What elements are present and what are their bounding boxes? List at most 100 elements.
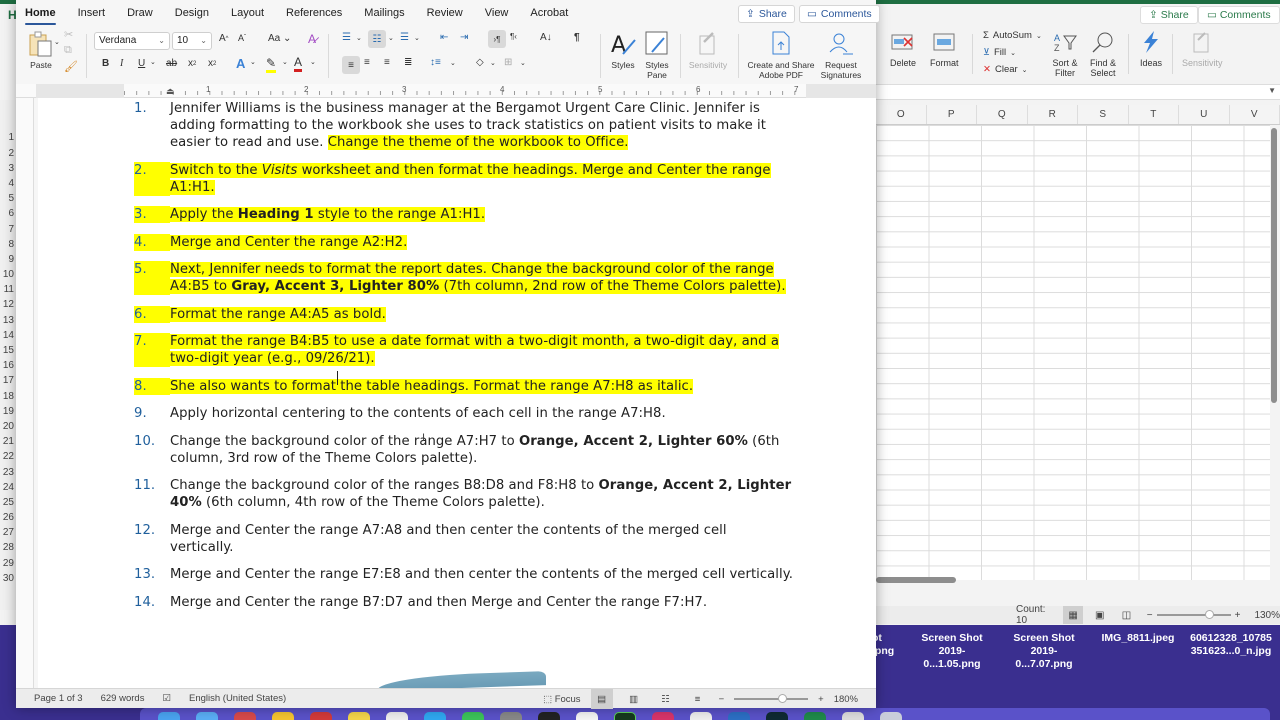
column-header[interactable]: S [1078,105,1129,124]
language-indicator[interactable]: English (United States) [189,693,286,704]
column-header[interactable]: Q [977,105,1028,124]
excel-dock-icon[interactable] [804,712,826,720]
row-header[interactable] [0,100,16,115]
share-button[interactable]: ⇪ Share [738,5,795,23]
rtl-direction-icon[interactable]: ¶‹ [510,32,517,41]
chevron-down-icon[interactable]: ⌄ [310,58,316,66]
strikethrough-icon[interactable]: ab [166,58,177,69]
tab-layout[interactable]: Layout [231,7,264,19]
font-color-icon[interactable]: A [294,55,303,72]
row-header[interactable]: 30 [0,571,16,586]
chevron-down-icon[interactable]: ⌄ [388,34,394,42]
zoom-out-icon[interactable]: − [1147,610,1153,621]
row-header[interactable]: 29 [0,556,16,571]
desktop-file[interactable]: 60612328_10785 351623...0_n.jpg [1186,632,1276,658]
excel-vertical-scrollbar[interactable] [1271,128,1277,403]
tab-mailings[interactable]: Mailings [364,7,404,19]
excel-format-button[interactable]: Format [930,30,959,68]
list-item[interactable]: 1. Jennifer Williams is the business mana… [134,100,794,151]
word-count[interactable]: 629 words [101,693,145,704]
ltr-direction-icon[interactable]: ›¶ [488,30,506,48]
app-dock-icon[interactable] [614,712,636,720]
row-header[interactable]: 18 [0,389,16,404]
web-layout-button[interactable]: ▥ [623,689,645,709]
row-header[interactable]: 7 [0,222,16,237]
sensitivity-button[interactable]: Sensitivity [684,30,732,70]
row-header[interactable]: 9 [0,252,16,267]
row-header[interactable] [0,115,16,130]
chevron-down-icon[interactable]: ⌄ [490,59,496,67]
styles-pane-button[interactable]: Styles Pane [642,30,672,80]
zoom-in-icon[interactable]: + [1235,610,1241,621]
column-header[interactable]: R [1028,105,1078,124]
zoom-slider-knob[interactable] [778,694,788,703]
list-item[interactable]: 5. Next, Jennifer needs to format the rep… [134,261,794,295]
row-header[interactable]: 20 [0,419,16,434]
excel-horizontal-scrollbar[interactable] [876,577,956,583]
row-header[interactable]: 10 [0,267,16,282]
list-item[interactable]: 8. She also wants to format the table hea… [134,377,794,395]
font-size-select[interactable]: 10 ⌄ [172,32,212,50]
bold-icon[interactable]: B [102,58,109,69]
list-item[interactable]: 6. Format the range A4:A5 as bold. [134,305,794,323]
borders-icon[interactable]: ⊞ [504,57,512,68]
row-header[interactable]: 19 [0,404,16,419]
excel-zoom-control[interactable]: − + 130% [1147,610,1280,621]
desktop-file[interactable]: Screen Shot 2019-0...7.07.png [1002,632,1086,671]
chevron-down-icon[interactable]: ⌄ [414,34,420,42]
request-signatures-button[interactable]: Request Signatures [816,30,866,80]
chevron-down-icon[interactable]: ⌄ [54,38,60,46]
row-header[interactable]: 8 [0,237,16,252]
row-header[interactable]: 5 [0,191,16,206]
list-item[interactable]: 10. Change the background color of the ra… [134,433,794,467]
zoom-out-button[interactable]: − [719,694,725,705]
row-header[interactable]: 3 [0,161,16,176]
row-header[interactable]: 16 [0,358,16,373]
column-header[interactable]: U [1179,105,1230,124]
word-dock-icon[interactable] [728,712,750,720]
row-header[interactable]: 21 [0,434,16,449]
draft-button[interactable]: ≡ [687,689,709,709]
column-header[interactable]: V [1230,105,1280,124]
format-painter-icon[interactable]: 🖌 [64,60,78,73]
chevron-down-icon[interactable]: ⌄ [282,58,288,66]
row-header[interactable]: 4 [0,176,16,191]
row-header[interactable]: 12 [0,297,16,312]
finder-dock-icon[interactable] [158,712,180,720]
clear-formatting-icon[interactable]: A̷ [308,32,316,46]
calendar-dock-icon[interactable] [234,712,256,720]
align-center-icon[interactable]: ≡ [364,57,370,68]
italic-icon[interactable]: I [120,58,123,69]
chevron-down-icon[interactable]: ▼ [1268,86,1276,95]
chevron-down-icon[interactable]: ⌄ [356,34,362,42]
column-header[interactable]: T [1129,105,1179,124]
messages-dock-icon[interactable] [462,712,484,720]
excel-ideas-button[interactable]: Ideas [1138,30,1164,68]
app-dock-icon[interactable] [652,712,674,720]
grow-font-icon[interactable]: A ^ [219,33,229,44]
paste-button[interactable]: Paste [24,30,58,70]
excel-share-button[interactable]: ⇪ Share [1140,6,1198,24]
zoom-in-button[interactable]: + [818,694,824,705]
highlight-color-icon[interactable]: ✎ [266,56,277,73]
subscript-icon[interactable]: x2 [188,58,196,69]
row-header[interactable]: 22 [0,449,16,464]
cut-icon[interactable]: ✂ [64,28,73,41]
row-header[interactable]: 13 [0,313,16,328]
styles-button[interactable]: A Styles [608,30,638,70]
app-dock-icon[interactable] [310,712,332,720]
page-count[interactable]: Page 1 of 3 [34,693,83,704]
create-adobe-pdf-button[interactable]: Create and Share Adobe PDF [746,30,816,80]
app-dock-icon[interactable] [766,712,788,720]
show-formatting-icon[interactable]: ¶ [574,32,580,43]
excel-sort-filter-button[interactable]: AZ Sort & Filter [1048,30,1082,78]
numbering-icon[interactable]: ☷ [368,30,386,48]
row-header[interactable]: 11 [0,282,16,297]
page-break-view-button[interactable]: ◫ [1116,606,1137,624]
sort-icon[interactable]: A↓ [540,32,552,43]
app-dock-icon[interactable] [690,712,712,720]
shading-icon[interactable]: ◇ [476,57,484,68]
row-header[interactable]: 1 [0,130,16,145]
app-dock-icon[interactable] [424,712,446,720]
row-header[interactable]: 25 [0,495,16,510]
